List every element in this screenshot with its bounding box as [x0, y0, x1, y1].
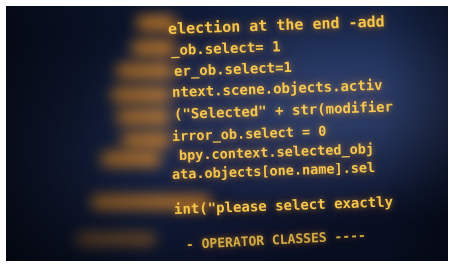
blur-glow	[116, 64, 174, 78]
blur-glow	[116, 110, 171, 124]
code-line: election at the end -add	[167, 12, 385, 38]
code-line: irror_ob.select = 0	[171, 123, 327, 145]
code-line: - OPERATOR CLASSES ----	[185, 228, 367, 253]
blur-glow	[101, 152, 161, 166]
code-line: _ob.select= 1	[170, 39, 281, 59]
blur-glow	[131, 41, 176, 55]
code-line: ("Selected" + str(modifier	[173, 99, 394, 123]
blur-glow	[76, 234, 156, 244]
code-photo: election at the end -add _ob.select= 1 e…	[6, 6, 448, 261]
blur-glow	[121, 133, 171, 147]
blur-glow	[111, 88, 171, 102]
code-line: ata.objects[one.name].sel	[171, 159, 376, 183]
code-line: er_ob.select=1	[173, 59, 293, 80]
code-line: ntext.scene.objects.activ	[171, 77, 383, 101]
